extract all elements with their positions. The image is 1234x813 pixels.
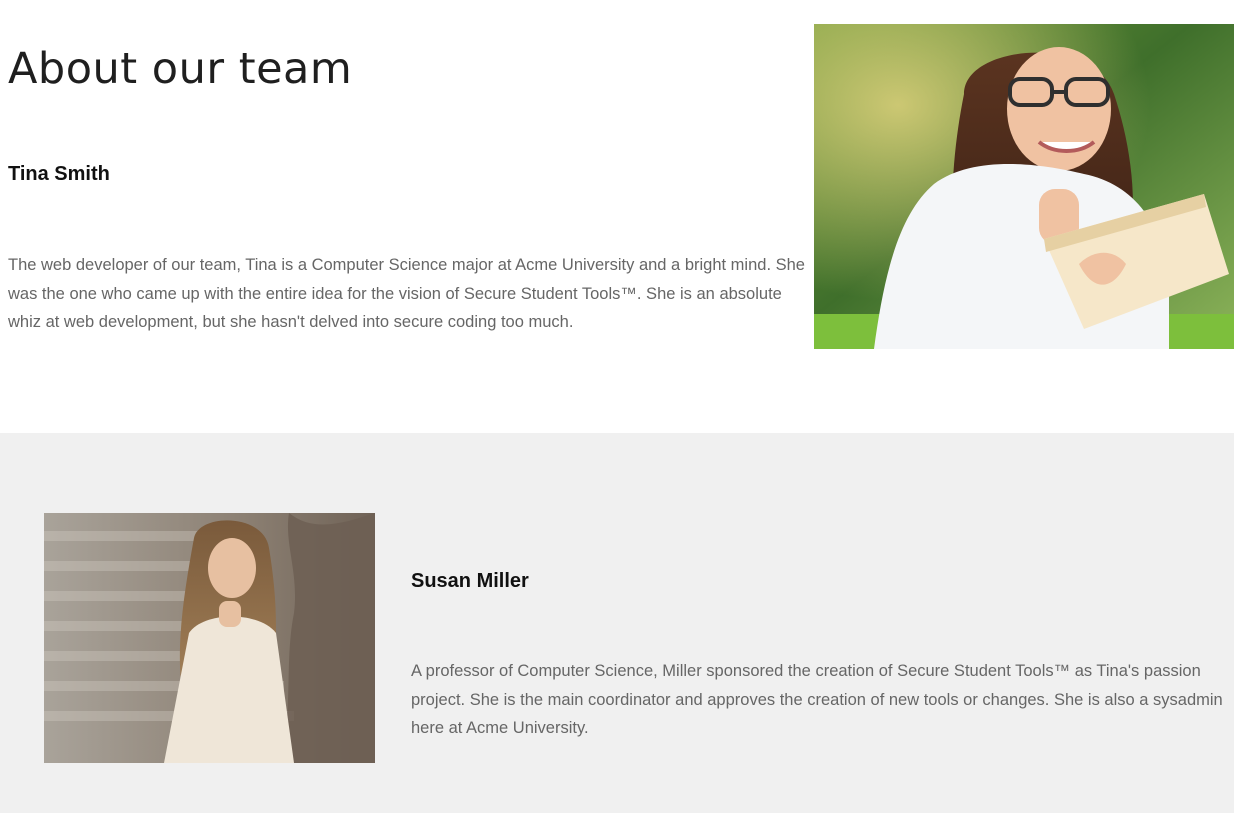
member-name: Susan Miller <box>411 570 529 592</box>
page-title: About our team <box>8 44 353 94</box>
member-section-susan: Susan Miller A professor of Computer Sci… <box>0 433 1234 813</box>
member-photo-image <box>814 24 1234 349</box>
member-name: Tina Smith <box>8 163 110 185</box>
member-photo <box>44 513 375 763</box>
about-page: About our team Tina Smith The web develo… <box>0 0 1234 813</box>
member-section-tina: About our team Tina Smith The web develo… <box>0 0 1234 433</box>
member-photo <box>814 24 1234 349</box>
member-bio: The web developer of our team, Tina is a… <box>8 256 805 331</box>
member-photo-image <box>44 513 375 763</box>
member-bio: A professor of Computer Science, Miller … <box>411 662 1223 737</box>
